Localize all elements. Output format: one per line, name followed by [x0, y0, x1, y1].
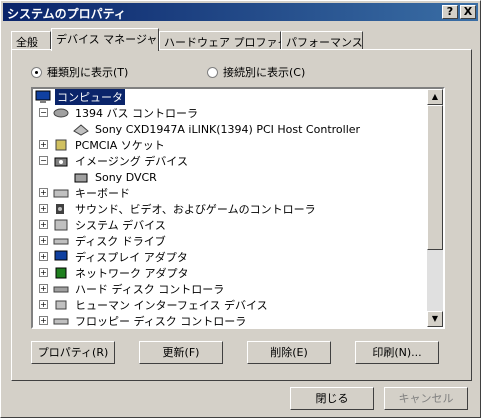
view-by-connection-label: 接続別に表示(C)	[223, 66, 306, 79]
tree-label-1394-bus: 1394 バス コントローラ	[75, 107, 198, 120]
scroll-thumb[interactable]	[427, 105, 443, 250]
tree-row-1394-bus[interactable]: 1394 バス コントローラ	[53, 105, 200, 121]
expand-icon[interactable]: +	[39, 220, 48, 229]
tree-label-display: ディスプレイ アダプタ	[75, 251, 188, 264]
expand-icon[interactable]: +	[39, 316, 48, 325]
close-button[interactable]: 閉じる	[290, 387, 374, 410]
tree-label-sony-dvcr: Sony DVCR	[95, 170, 157, 184]
cancel-button[interactable]: キャンセル	[384, 387, 468, 410]
expand-icon[interactable]: +	[39, 140, 48, 149]
close-window-button[interactable]: X	[460, 5, 476, 19]
vertical-scrollbar[interactable]: ▲ ▼	[427, 89, 443, 327]
refresh-button[interactable]: 更新(F)	[139, 341, 223, 364]
properties-button[interactable]: プロパティ(R)	[31, 341, 115, 364]
tree-row-keyboard[interactable]: キーボード	[53, 185, 132, 201]
view-by-connection-option[interactable]: 接続別に表示(C)	[207, 64, 305, 80]
help-button[interactable]: ?	[442, 5, 458, 19]
network-icon	[53, 266, 69, 280]
tree-row-floppy[interactable]: フロッピー ディスク コントローラ	[53, 313, 248, 328]
controller-icon	[73, 122, 89, 136]
scroll-down-arrow-icon[interactable]: ▼	[427, 311, 443, 327]
title-bar[interactable]: システムのプロパティ ? X	[3, 3, 478, 21]
expand-icon[interactable]: +	[39, 188, 48, 197]
sound-icon	[53, 202, 69, 216]
collapse-icon[interactable]: −	[39, 156, 48, 165]
expand-icon[interactable]: +	[39, 252, 48, 261]
tab-hardware-profiles[interactable]: ハードウェア プロファイル	[159, 31, 300, 50]
computer-icon	[35, 90, 51, 104]
tree-label-sony-host-controller: Sony CXD1947A iLINK(1394) PCI Host Contr…	[95, 122, 361, 136]
tree-row-pcmcia[interactable]: PCMCIA ソケット	[53, 137, 167, 153]
keyboard-icon	[53, 186, 69, 200]
print-button[interactable]: 印刷(N)...	[355, 341, 439, 364]
remove-button[interactable]: 削除(E)	[247, 341, 331, 364]
tree-row-network[interactable]: ネットワーク アダプタ	[53, 265, 191, 281]
tree-row-hid[interactable]: ヒューマン インターフェイス デバイス	[53, 297, 270, 313]
system-icon	[53, 218, 69, 232]
tree-label-sound: サウンド、ビデオ、およびゲームのコントローラ	[75, 203, 316, 216]
tree-row-sony-host-controller[interactable]: Sony CXD1947A iLINK(1394) PCI Host Contr…	[73, 121, 362, 137]
tree-row-sound[interactable]: サウンド、ビデオ、およびゲームのコントローラ	[53, 201, 318, 217]
scroll-up-arrow-icon[interactable]: ▲	[427, 89, 443, 105]
expand-icon[interactable]: +	[39, 236, 48, 245]
tree-label-keyboard: キーボード	[75, 187, 130, 200]
tree-row-computer[interactable]: コンピュータ	[35, 89, 125, 105]
radio-selected-icon[interactable]	[31, 66, 42, 78]
tab-performance[interactable]: パフォーマンス	[281, 31, 363, 50]
pcmcia-icon	[53, 138, 69, 152]
expand-icon[interactable]: +	[39, 284, 48, 293]
view-by-type-label: 種類別に表示(T)	[47, 66, 129, 79]
tree-label-disk-drives: ディスク ドライブ	[75, 235, 166, 248]
expand-icon[interactable]: +	[39, 204, 48, 213]
tree-label-pcmcia: PCMCIA ソケット	[75, 139, 165, 152]
tree-label-floppy: フロッピー ディスク コントローラ	[75, 315, 247, 328]
radio-unselected-icon[interactable]	[207, 66, 218, 78]
expand-icon[interactable]: +	[39, 300, 48, 309]
view-by-type-option[interactable]: 種類別に表示(T)	[31, 64, 128, 80]
tree-label-imaging: イメージング デバイス	[75, 155, 188, 168]
tree-row-hdd-controller[interactable]: ハード ディスク コントローラ	[53, 281, 226, 297]
tree-label-network: ネットワーク アダプタ	[75, 267, 189, 280]
tree-row-display[interactable]: ディスプレイ アダプタ	[53, 249, 190, 265]
tree-row-imaging[interactable]: イメージング デバイス	[53, 153, 190, 169]
tree-label-hid: ヒューマン インターフェイス デバイス	[75, 299, 268, 312]
device-tree[interactable]: コンピュータ − 1394 バス コントローラ Sony CXD1947A iL…	[31, 87, 445, 329]
tab-general[interactable]: 全般	[11, 31, 51, 50]
expand-icon[interactable]: +	[39, 268, 48, 277]
display-icon	[53, 250, 69, 264]
disk-icon	[53, 234, 69, 248]
camera-icon	[53, 154, 69, 168]
hdd-controller-icon	[53, 282, 69, 296]
tree-row-sony-dvcr[interactable]: Sony DVCR	[73, 169, 159, 185]
system-properties-window: システムのプロパティ ? X 全般 デバイス マネージャ ハードウェア プロファ…	[0, 0, 481, 418]
tree-label-system: システム デバイス	[75, 219, 166, 232]
tree-row-system[interactable]: システム デバイス	[53, 217, 168, 233]
camera-device-icon	[73, 170, 89, 184]
tree-label-hdd-controller: ハード ディスク コントローラ	[75, 283, 225, 296]
collapse-icon[interactable]: −	[39, 108, 48, 117]
bus-icon	[53, 106, 69, 120]
tab-device-manager[interactable]: デバイス マネージャ	[51, 28, 159, 51]
tree-label-computer: コンピュータ	[55, 89, 125, 105]
floppy-icon	[53, 314, 69, 327]
tree-row-disk-drives[interactable]: ディスク ドライブ	[53, 233, 168, 249]
hid-icon	[53, 298, 69, 312]
window-title: システムのプロパティ	[7, 7, 126, 21]
